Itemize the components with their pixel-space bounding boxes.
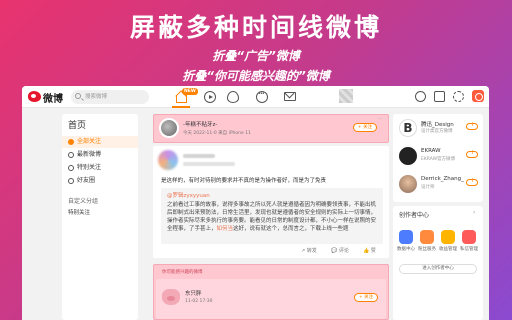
hot-icon[interactable] [227,91,239,103]
avatar[interactable] [159,118,179,138]
group-item-special[interactable]: 特别关注 [68,208,90,216]
compose-icon[interactable] [434,91,445,102]
top-navigation-bar: 微博 搜索微博 NEW [22,86,489,108]
banner-subtitle-interest: 折叠“你可能感兴趣的”微博 [182,69,330,83]
creator-center-title: 创作者中心 [399,212,430,219]
post-username[interactable]: 东只胖 [185,289,202,297]
right-sidebar: B 腾迅_Design 设计类官方微博 EKRAW EKRAW官方微博 Derr… [393,114,483,320]
mail-icon[interactable] [284,92,296,101]
suggested-user[interactable]: Derrick_Zhang_ 设计师 [393,172,483,198]
avatar[interactable] [158,150,178,170]
folded-hint: 你可能感兴趣的微博 [162,270,203,275]
post-meta: 11-02 17:30 [185,299,213,304]
post-text: 是这样的，有时对待别的要求并不真的是为操作者好，而是为了免责 [161,178,327,184]
folded-interest-card[interactable]: 你可能感兴趣的微博 东只胖 11-02 17:30 + 关注 [153,264,389,320]
data-center-icon [399,230,413,244]
repost-username[interactable]: @罗辑zyxyyuan [167,191,210,199]
search-input[interactable]: 搜索微博 [71,90,149,104]
suggested-user-desc: 设计类官方微博 [421,129,453,134]
new-badge: NEW [182,88,198,95]
more-icon[interactable]: ··· [378,116,383,122]
suggested-user[interactable]: B 腾迅_Design 设计类官方微博 [393,116,483,142]
avatar[interactable]: B [399,119,417,137]
suggested-users: B 腾迅_Design 设计类官方微博 EKRAW EKRAW官方微博 Derr… [393,114,483,202]
fan-service-icon [420,230,434,244]
chevron-right-icon[interactable]: › [473,209,475,216]
latest-icon [68,152,74,158]
tool-label: 私信管理 [460,247,478,252]
sidebar-item-special[interactable]: 特别关注 [62,162,138,174]
sidebar-item-friends[interactable]: 好友圈 [62,175,138,187]
private-msg-icon [462,230,476,244]
suggested-user-name[interactable]: EKRAW [421,148,441,154]
sidebar-item-label: 特别关注 [77,164,102,171]
friends-icon [68,178,74,184]
add-follow-button[interactable] [466,149,478,158]
tool-data-center[interactable]: 数据中心 [396,230,416,252]
suggested-user-desc: EKRAW官方微博 [421,157,456,162]
weibo-app-icon[interactable] [472,90,484,102]
tool-income[interactable]: 收益管理 [438,230,458,252]
banner-subtitle-ads: 折叠“广告”微博 [212,49,300,63]
settings-icon[interactable] [453,91,464,102]
weibo-post-card: 是这样的，有时对待别的要求并不真的是为操作者好，而是为了免责 @罗辑zyxyyu… [153,146,389,258]
active-tab-underline [172,106,190,108]
left-sidebar: 首页 全部关注 最新微博 特别关注 好友圈 自定义分组 特别关注 [62,114,138,320]
pig-avatar[interactable] [162,289,180,305]
follow-button[interactable]: + 关注 [353,123,377,132]
add-follow-button[interactable] [466,121,478,130]
all-follow-icon [68,139,74,145]
blurred-username [183,154,215,158]
weibo-window: 微博 搜索微博 NEW 首页 全部关注 最新微博 特别关注 [22,86,489,320]
group-heading: 自定义分组 [68,198,99,205]
user-avatar[interactable] [339,89,353,103]
star-icon [68,165,74,171]
post-meta: 今天 2022-11-0 来自 iPhone 11 [183,131,251,136]
create-icon[interactable] [415,91,426,102]
banner-title: 屏蔽多种时间线微博 [129,13,382,42]
sidebar-item-all-follow[interactable]: 全部关注 [62,136,138,148]
suggested-user[interactable]: EKRAW EKRAW官方微博 [393,144,483,170]
tool-label: 收益管理 [439,247,457,252]
sidebar-item-label: 全部关注 [77,138,102,145]
suggested-user-desc: 设计师 [421,185,435,190]
add-follow-button[interactable] [466,177,478,186]
tool-fan-service[interactable]: 粉丝服务 [417,230,437,252]
comment-button[interactable]: 💬 评论 [331,247,349,254]
message-icon[interactable] [256,91,268,103]
timeline-feed: -年糕不粘牙z- 今天 2022-11-0 来自 iPhone 11 + 关注 … [153,114,389,320]
tool-label: 数据中心 [397,247,415,252]
weibo-eye-icon [28,91,41,102]
post-actions: ↗ 转发 💬 评论 👍 赞 [153,247,389,255]
suggested-user-name[interactable]: 腾迅_Design [421,120,454,128]
weibo-logo[interactable]: 微博 [28,90,68,105]
sidebar-item-latest[interactable]: 最新微博 [62,149,138,161]
blurred-meta [183,162,235,166]
video-icon[interactable] [204,91,216,103]
search-icon [75,93,81,99]
avatar[interactable] [399,147,417,165]
sidebar-heading: 首页 [68,121,87,131]
tool-private-msg[interactable]: 私信管理 [459,230,479,252]
search-placeholder: 搜索微博 [85,94,108,100]
avatar[interactable] [399,175,417,193]
post-username[interactable]: -年糕不粘牙z- [183,120,217,128]
share-button[interactable]: ↗ 转发 [301,247,317,254]
follow-button[interactable]: + 关注 [354,293,378,302]
like-button[interactable]: 👍 赞 [363,247,376,254]
tool-label: 粉丝服务 [418,247,436,252]
folded-post: 东只胖 11-02 17:30 + 关注 [156,279,386,319]
suggested-user-name[interactable]: Derrick_Zhang_ [421,176,464,182]
sidebar-item-label: 最新微博 [77,151,102,158]
repost-block[interactable]: @罗辑zyxyyuan 之前看过工事的故事，说得多事故之所以死人就是遵循者因为明… [161,188,383,244]
enter-creator-center-button[interactable]: 进入创作者中心 [399,264,477,274]
sidebar-item-label: 好友圈 [77,177,96,184]
folded-weibo-card[interactable]: -年糕不粘牙z- 今天 2022-11-0 来自 iPhone 11 + 关注 … [153,114,389,143]
income-icon [441,230,455,244]
creator-center: 创作者中心 › 数据中心 粉丝服务 收益管理 私信管理 进入创作者中心 [393,206,483,320]
repost-text: 之前看过工事的故事，说得多事故之所以死人就是遵循者因为明确要领责事，不能出机后即… [167,202,377,232]
logo-text: 微博 [43,94,63,105]
